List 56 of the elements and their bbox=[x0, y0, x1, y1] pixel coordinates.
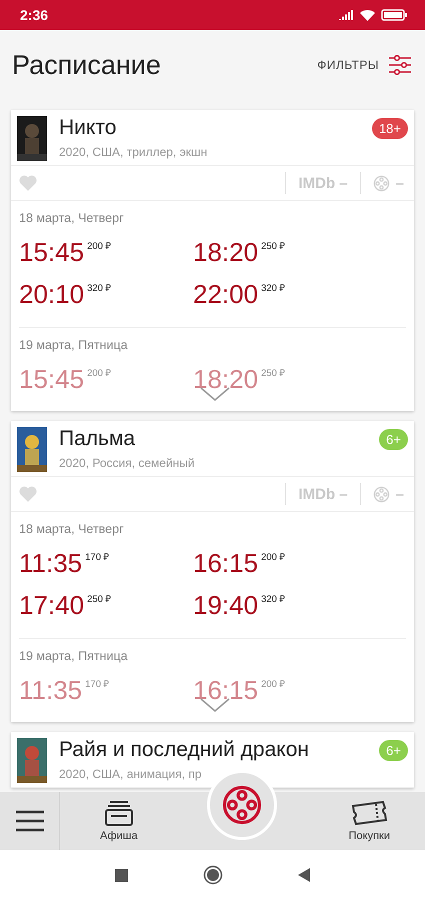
home-icon[interactable] bbox=[203, 865, 223, 885]
session-price: 320 ₽ bbox=[87, 282, 112, 294]
signal-icon bbox=[339, 10, 354, 20]
session-price: 250 ₽ bbox=[87, 593, 112, 605]
age-rating: 6+ bbox=[379, 429, 408, 450]
session-time[interactable]: 18:20 bbox=[193, 239, 258, 265]
ticket-icon bbox=[350, 800, 388, 826]
battery-icon bbox=[381, 9, 407, 21]
film-reel-icon bbox=[372, 174, 390, 192]
session-price: 200 ₽ bbox=[87, 240, 112, 252]
kinopoisk-rating: – bbox=[396, 174, 404, 192]
movie-info: 2020, США, анимация, пр bbox=[59, 767, 203, 781]
movie-info: 2020, Россия, семейный bbox=[59, 456, 196, 470]
chevron-down-icon[interactable] bbox=[200, 698, 230, 712]
sliders-icon bbox=[389, 55, 411, 75]
session-time[interactable]: 16:15 bbox=[193, 550, 258, 576]
session-price: 320 ₽ bbox=[261, 282, 286, 294]
session-price: 200 ₽ bbox=[87, 367, 112, 379]
session-price: 200 ₽ bbox=[261, 678, 286, 690]
nav-tab[interactable]: Покупки bbox=[348, 800, 390, 842]
date-label: 18 марта, Четверг bbox=[19, 211, 125, 225]
movie-title: Пальма bbox=[59, 427, 136, 451]
age-rating: 6+ bbox=[379, 740, 408, 761]
movie-title: Никто bbox=[59, 116, 118, 140]
date-label: 19 марта, Пятница bbox=[19, 338, 129, 352]
session-price: 200 ₽ bbox=[261, 551, 286, 563]
movie-card[interactable]: Райя и последний дракон 2020, США, анимация, пр 6+ bbox=[11, 732, 414, 788]
session-price: 170 ₽ bbox=[85, 551, 110, 563]
film-reel-icon bbox=[221, 784, 263, 826]
session-price: 250 ₽ bbox=[261, 367, 286, 379]
recents-icon[interactable] bbox=[115, 868, 128, 882]
menu-icon bbox=[16, 810, 44, 832]
age-rating: 18+ bbox=[372, 118, 408, 139]
session-time[interactable]: 11:35 bbox=[19, 550, 82, 576]
session-time[interactable]: 15:45 bbox=[19, 239, 84, 265]
filters-button[interactable]: ФИЛЬТРЫ bbox=[317, 55, 411, 75]
session-time[interactable]: 19:40 bbox=[193, 592, 258, 618]
date-label: 18 марта, Четверг bbox=[19, 522, 125, 536]
film-reel-icon bbox=[372, 486, 390, 502]
movie-title: Райя и последний дракон bbox=[59, 738, 310, 762]
movie-info: 2020, США, триллер, экшн bbox=[59, 145, 208, 159]
session-time[interactable]: 22:00 bbox=[193, 281, 258, 307]
session-price: 170 ₽ bbox=[85, 678, 110, 690]
nav-tab[interactable]: Афиша bbox=[100, 800, 138, 842]
back-icon[interactable] bbox=[298, 868, 310, 882]
date-label: 19 марта, Пятница bbox=[19, 649, 129, 663]
kinopoisk-rating: – bbox=[396, 486, 404, 502]
session-time[interactable]: 17:40 bbox=[19, 592, 84, 618]
chevron-down-icon[interactable] bbox=[200, 387, 230, 401]
tray-icon bbox=[104, 800, 133, 826]
session-price: 320 ₽ bbox=[261, 593, 286, 605]
session-time[interactable]: 20:10 bbox=[19, 281, 84, 307]
session-price: 250 ₽ bbox=[261, 240, 286, 252]
status-time: 2:36 bbox=[20, 7, 48, 23]
wifi-icon bbox=[360, 9, 375, 21]
page-title: Расписание bbox=[12, 50, 161, 80]
